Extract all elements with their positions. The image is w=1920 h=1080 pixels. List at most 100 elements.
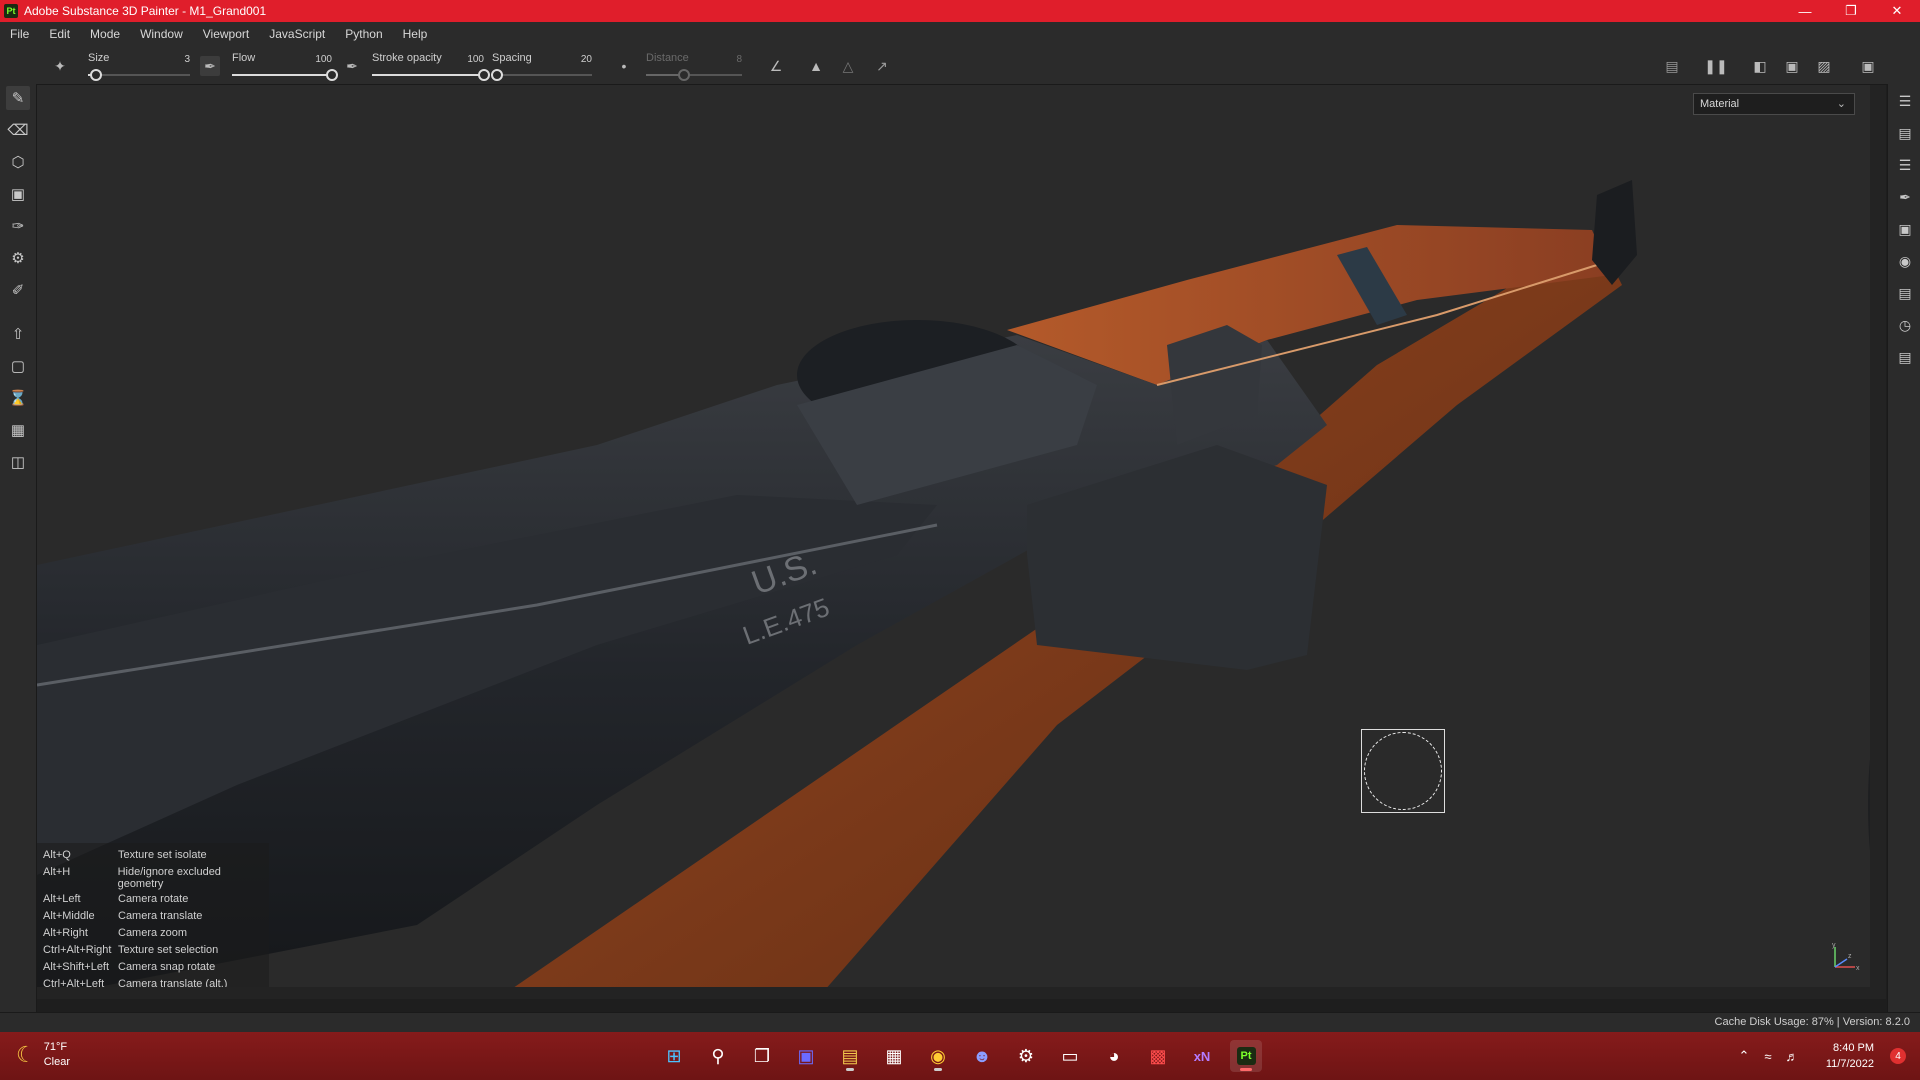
layers-icon[interactable]: ☰ bbox=[1894, 154, 1916, 176]
flow-slider-knob[interactable] bbox=[326, 69, 338, 81]
hide-overlay-icon[interactable]: ▤ bbox=[1662, 56, 1682, 76]
transform-icon[interactable]: ↗ bbox=[872, 56, 892, 76]
uv-tools-icon[interactable]: ◫ bbox=[6, 450, 30, 474]
search-icon[interactable]: ⚲ bbox=[702, 1040, 734, 1072]
weather-temperature: 71°F bbox=[43, 1041, 68, 1053]
screenshot-camera-icon[interactable]: ▣ bbox=[1858, 56, 1878, 76]
shortcut-hints-panel: Alt+Q Texture set isolate Alt+H Hide/ignor… bbox=[37, 843, 269, 999]
bake-export-icon[interactable]: ⇧ bbox=[6, 322, 30, 346]
task-view-icon[interactable]: ❐ bbox=[746, 1040, 778, 1072]
brush-cursor bbox=[1361, 729, 1445, 813]
angle-icon[interactable]: ∠ bbox=[766, 56, 786, 76]
size-slider-knob[interactable] bbox=[90, 69, 103, 81]
smudge-icon[interactable]: ✑ bbox=[6, 214, 30, 238]
viewport-horizontal-scrollbar[interactable] bbox=[37, 987, 1886, 999]
xnormal-icon[interactable]: xN bbox=[1186, 1040, 1218, 1072]
notification-badge[interactable]: 4 bbox=[1890, 1048, 1906, 1064]
marmoset-icon[interactable]: ▩ bbox=[1142, 1040, 1174, 1072]
wifi-icon[interactable]: ≈ bbox=[1756, 1049, 1780, 1064]
chrome-icon[interactable]: ◉ bbox=[922, 1040, 954, 1072]
measure-icon[interactable]: ▦ bbox=[6, 418, 30, 442]
clone-stamp-icon[interactable]: ⚙ bbox=[6, 246, 30, 270]
spacing-value[interactable]: 20 bbox=[581, 54, 592, 65]
stroke-opacity-slider[interactable]: Stroke opacity 100 bbox=[372, 50, 490, 82]
lazy-mouse-icon[interactable]: • bbox=[614, 56, 634, 76]
stroke-opacity-value[interactable]: 100 bbox=[467, 54, 484, 65]
distance-slider[interactable]: Distance 8 bbox=[646, 50, 742, 82]
shortcut-row: Alt+Middle Camera translate bbox=[43, 910, 203, 922]
axis-gizmo-icon: y x z bbox=[1832, 942, 1860, 972]
flow-value[interactable]: 100 bbox=[315, 54, 332, 65]
minimize-button[interactable]: — bbox=[1782, 0, 1828, 22]
eraser-icon[interactable]: ⌫ bbox=[6, 118, 30, 142]
3d-viewport[interactable]: U.S. L.E.475 Material ⌄ Alt+Q Texture set… bbox=[37, 85, 1886, 999]
start-button[interactable]: ⊞ bbox=[658, 1040, 690, 1072]
pause-icon[interactable]: ❚❚ bbox=[1704, 56, 1727, 76]
geometry-mask-icon[interactable]: ▣ bbox=[6, 182, 30, 206]
close-icon: ✕ bbox=[1891, 3, 1903, 18]
moon-icon: ☾ bbox=[16, 1042, 36, 1067]
menu-mode[interactable]: Mode bbox=[80, 27, 130, 41]
pen-pressure-size-icon[interactable]: ✒ bbox=[200, 56, 220, 76]
teams-chat-icon[interactable]: ▣ bbox=[790, 1040, 822, 1072]
menu-python[interactable]: Python bbox=[335, 27, 392, 41]
symmetry-mirror-icon[interactable]: △ bbox=[838, 56, 858, 76]
weather-widget[interactable]: ☾ 71°F Clear bbox=[16, 1040, 70, 1070]
menu-edit[interactable]: Edit bbox=[39, 27, 80, 41]
system-tray: ⌃ ≈ ♬ 8:40 PM 11/7/2022 4 bbox=[1732, 1032, 1920, 1080]
chevron-up-icon[interactable]: ⌃ bbox=[1732, 1048, 1756, 1064]
symmetry-icon[interactable]: ▲ bbox=[806, 56, 826, 76]
shortcut-row: Alt+Shift+Left Camera snap rotate bbox=[43, 961, 216, 973]
texture-set-icon[interactable]: ▢ bbox=[6, 354, 30, 378]
hourglass-icon[interactable]: ⌛ bbox=[6, 386, 30, 410]
weather-description: Clear bbox=[43, 1056, 71, 1068]
close-button[interactable]: ✕ bbox=[1874, 0, 1920, 22]
split-view-icon[interactable]: ◧ bbox=[1750, 56, 1770, 76]
window-title: Adobe Substance 3D Painter - M1_Grand001 bbox=[24, 4, 267, 18]
oculus-icon[interactable]: ▭ bbox=[1054, 1040, 1086, 1072]
file-explorer-icon[interactable]: ▤ bbox=[834, 1040, 866, 1072]
texture-set-list-icon[interactable]: ☰ bbox=[1894, 90, 1916, 112]
menu-window[interactable]: Window bbox=[130, 27, 193, 41]
camera-mode-icon[interactable]: ▨ bbox=[1814, 56, 1834, 76]
display-settings-icon[interactable]: ▣ bbox=[1894, 218, 1916, 240]
symmetry-settings-icon[interactable]: ✦ bbox=[50, 56, 70, 76]
microsoft-store-icon[interactable]: ▦ bbox=[878, 1040, 910, 1072]
viewport-vertical-scrollbar[interactable] bbox=[1870, 85, 1886, 999]
substance-painter-taskbar-icon[interactable]: Pt bbox=[1230, 1040, 1262, 1072]
shader-settings-icon[interactable]: ◉ bbox=[1894, 250, 1916, 272]
pen-pressure-flow-icon[interactable]: ✒ bbox=[342, 56, 362, 76]
volume-icon[interactable]: ♬ bbox=[1780, 1049, 1804, 1064]
stroke-opacity-slider-knob[interactable] bbox=[478, 69, 490, 81]
distance-slider-knob[interactable] bbox=[678, 69, 691, 81]
projection-icon[interactable]: ⬡ bbox=[6, 150, 30, 174]
properties-brush-icon[interactable]: ✒ bbox=[1894, 186, 1916, 208]
texture-set-settings-icon[interactable]: ▤ bbox=[1894, 122, 1916, 144]
substance-painter-app-label: Pt bbox=[1236, 1047, 1256, 1065]
discord-icon[interactable]: ☻ bbox=[966, 1040, 998, 1072]
log-icon[interactable]: ▤ bbox=[1894, 346, 1916, 368]
steam-icon[interactable]: ⚙ bbox=[1010, 1040, 1042, 1072]
render-mode-icon[interactable]: ▣ bbox=[1782, 56, 1802, 76]
distance-value[interactable]: 8 bbox=[736, 54, 742, 65]
distance-label: Distance bbox=[646, 52, 689, 64]
menu-javascript[interactable]: JavaScript bbox=[259, 27, 335, 41]
restore-button[interactable]: ❐ bbox=[1828, 0, 1874, 22]
menu-help[interactable]: Help bbox=[393, 27, 438, 41]
flow-slider[interactable]: Flow 100 bbox=[232, 50, 338, 82]
clock[interactable]: 8:40 PM 11/7/2022 bbox=[1804, 1040, 1874, 1072]
spacing-slider[interactable]: Spacing 20 bbox=[491, 50, 592, 82]
menu-file[interactable]: File bbox=[0, 27, 39, 41]
viewport-mode-dropdown[interactable]: Material ⌄ bbox=[1693, 93, 1855, 115]
flow-label: Flow bbox=[232, 52, 256, 64]
size-slider[interactable]: Size 3 bbox=[88, 50, 190, 82]
spacing-slider-knob[interactable] bbox=[491, 69, 503, 81]
paint-brush-icon[interactable]: ✎ bbox=[6, 86, 30, 110]
size-value[interactable]: 3 bbox=[184, 54, 190, 65]
menu-viewport[interactable]: Viewport bbox=[193, 27, 259, 41]
unreal-engine-icon[interactable]: ◕ bbox=[1098, 1040, 1130, 1072]
color-picker-icon[interactable]: ✐ bbox=[6, 278, 30, 302]
history-icon[interactable]: ◷ bbox=[1894, 314, 1916, 336]
shortcut-row: Ctrl+Alt+Right Texture set selection bbox=[43, 944, 219, 956]
assets-icon[interactable]: ▤ bbox=[1894, 282, 1916, 304]
